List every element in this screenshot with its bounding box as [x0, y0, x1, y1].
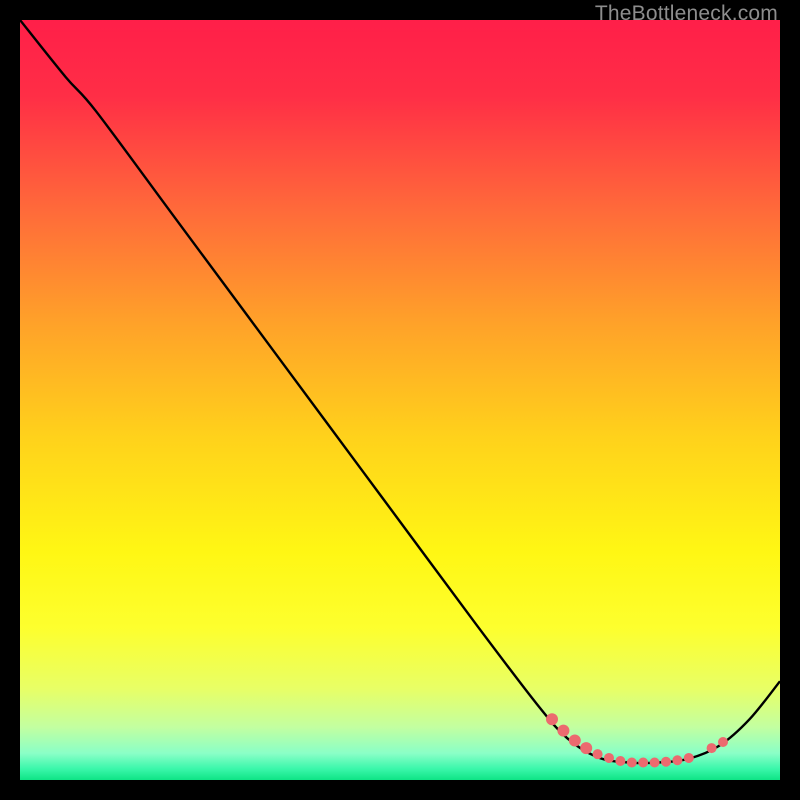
curve-marker: [684, 753, 694, 763]
curve-marker: [615, 756, 625, 766]
curve-marker: [546, 713, 558, 725]
curve-marker: [557, 725, 569, 737]
curve-marker: [593, 749, 603, 759]
curve-marker: [627, 758, 637, 768]
gradient-background: [20, 20, 780, 780]
chart-frame: [20, 20, 780, 780]
curve-marker: [604, 753, 614, 763]
curve-marker: [580, 742, 592, 754]
curve-marker: [638, 758, 648, 768]
curve-marker: [707, 743, 717, 753]
curve-marker: [661, 757, 671, 767]
chart-svg: [20, 20, 780, 780]
curve-marker: [650, 758, 660, 768]
curve-marker: [569, 734, 581, 746]
curve-marker: [718, 737, 728, 747]
curve-marker: [672, 755, 682, 765]
